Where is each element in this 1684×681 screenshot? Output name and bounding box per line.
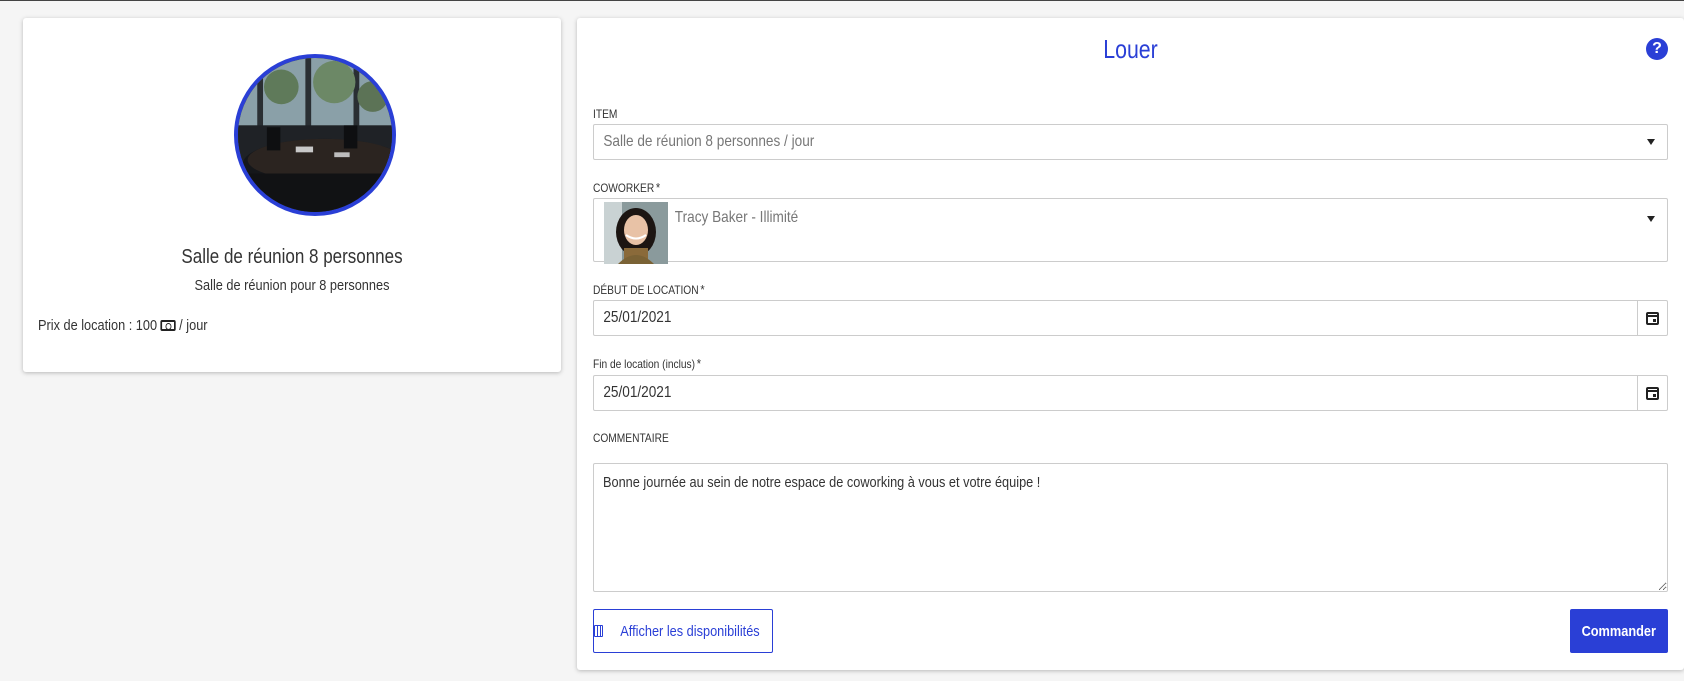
- start-date-value: 25/01/2021: [603, 309, 672, 326]
- coworker-label: COWORKER *: [593, 180, 661, 195]
- coworker-select[interactable]: Tracy Baker - Illimité: [593, 198, 1668, 264]
- price-prefix: Prix de location : 100: [38, 317, 158, 334]
- chevron-down-icon: [1647, 216, 1655, 222]
- rental-price: Prix de location : 100 / jour: [38, 317, 208, 334]
- item-card: Salle de réunion 8 personnes Salle de ré…: [23, 18, 561, 372]
- item-select[interactable]: Salle de réunion 8 personnes / jour: [593, 124, 1668, 160]
- calendar-icon: [1646, 311, 1659, 325]
- item-description: Salle de réunion pour 8 personnes: [194, 277, 390, 294]
- money-bill-icon: [160, 320, 176, 331]
- meeting-room-photo: [234, 54, 396, 216]
- rental-form-card: Louer ? ITEM Salle de réunion 8 personne…: [577, 18, 1684, 670]
- item-label: ITEM: [593, 107, 618, 121]
- coworker-avatar: [604, 202, 668, 264]
- item-select-value: Salle de réunion 8 personnes / jour: [603, 133, 815, 150]
- calendar-icon: [1646, 386, 1659, 400]
- chevron-down-icon: [1647, 139, 1655, 145]
- item-title: Salle de réunion 8 personnes: [181, 246, 403, 268]
- calendar-icon: [594, 625, 604, 637]
- start-date-label: DÉBUT DE LOCATION *: [593, 282, 705, 297]
- coworker-select-value: Tracy Baker - Illimité: [674, 209, 799, 226]
- show-availability-button[interactable]: Afficher les disponibilités: [593, 609, 773, 653]
- start-date-input[interactable]: 25/01/2021: [593, 300, 1668, 336]
- end-date-value: 25/01/2021: [603, 384, 672, 401]
- question-circle-icon[interactable]: ?: [1646, 38, 1668, 60]
- comment-label: COMMENTAIRE: [593, 431, 669, 445]
- end-date-label: Fin de location (inclus) *: [593, 356, 702, 371]
- end-date-picker-button[interactable]: [1637, 376, 1667, 410]
- start-date-picker-button[interactable]: [1637, 301, 1667, 335]
- comment-textarea[interactable]: [593, 463, 1668, 592]
- end-date-input[interactable]: 25/01/2021: [593, 375, 1668, 411]
- price-suffix: / jour: [179, 317, 208, 334]
- order-button[interactable]: Commander: [1570, 609, 1668, 653]
- form-title: Louer: [1103, 34, 1158, 64]
- order-button-label: Commander: [1581, 622, 1657, 640]
- show-availability-label: Afficher les disponibilités: [620, 622, 760, 640]
